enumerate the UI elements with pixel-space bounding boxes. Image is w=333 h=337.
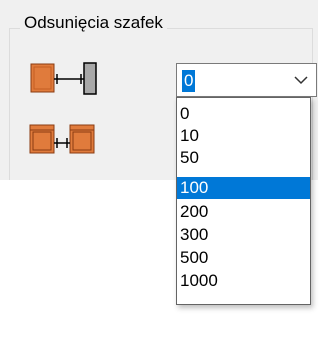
group-title: Odsunięcia szafek bbox=[20, 12, 167, 34]
cabinet-to-cabinet-offset-icon bbox=[28, 123, 100, 162]
dropdown-option[interactable]: 0 bbox=[177, 103, 310, 125]
dropdown-arrow-button[interactable] bbox=[288, 66, 314, 94]
dropdown-option[interactable]: 10 bbox=[177, 125, 310, 147]
offset-dropdown-list[interactable]: 0 10 50 100 200 300 500 1000 bbox=[176, 97, 311, 305]
dropdown-option[interactable]: 1000 bbox=[177, 270, 310, 292]
dropdown-option[interactable]: 200 bbox=[177, 201, 310, 223]
combo-value: 0 bbox=[182, 70, 196, 92]
dropdown-option-selected[interactable]: 100 bbox=[177, 177, 310, 199]
dropdown-option[interactable]: 300 bbox=[177, 224, 310, 246]
cabinet-to-wall-offset-icon bbox=[28, 62, 100, 101]
dropdown-option[interactable]: 500 bbox=[177, 247, 310, 269]
dropdown-option[interactable]: 50 bbox=[177, 147, 310, 169]
chevron-down-icon bbox=[294, 76, 308, 85]
offset-combobox[interactable]: 0 bbox=[176, 63, 317, 97]
